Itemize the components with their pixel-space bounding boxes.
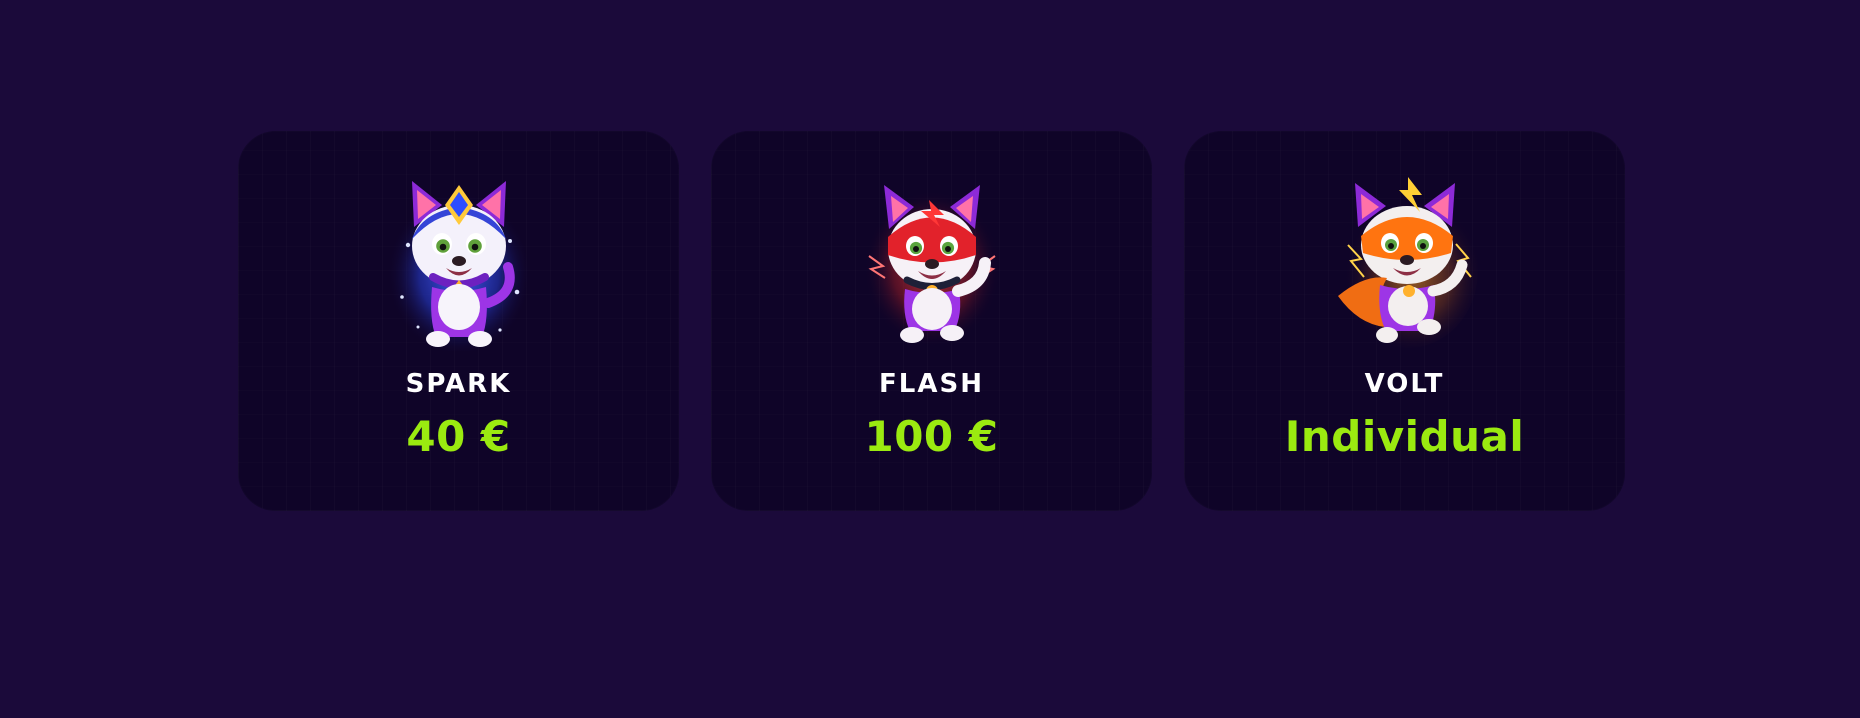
blue-crown-fox-hero-icon [386, 181, 531, 351]
orange-lightning-fox-hero-icon [1337, 177, 1478, 348]
plan-price: 40 € [406, 412, 511, 461]
plan-card-flash[interactable]: FLASH 100 € [711, 131, 1152, 511]
plan-name: SPARK [405, 369, 512, 399]
plan-price: Individual [1284, 412, 1525, 461]
plan-name: FLASH [879, 369, 984, 399]
plan-price: 100 € [864, 412, 999, 461]
pricing-cards: SPARK 40 € FLASH 100 € VOLT Individual [238, 131, 1625, 511]
plan-name: VOLT [1364, 369, 1445, 399]
plan-card-spark[interactable]: SPARK 40 € [238, 131, 679, 511]
plan-card-volt[interactable]: VOLT Individual [1184, 131, 1625, 511]
red-mask-fox-hero-icon [863, 185, 1000, 347]
